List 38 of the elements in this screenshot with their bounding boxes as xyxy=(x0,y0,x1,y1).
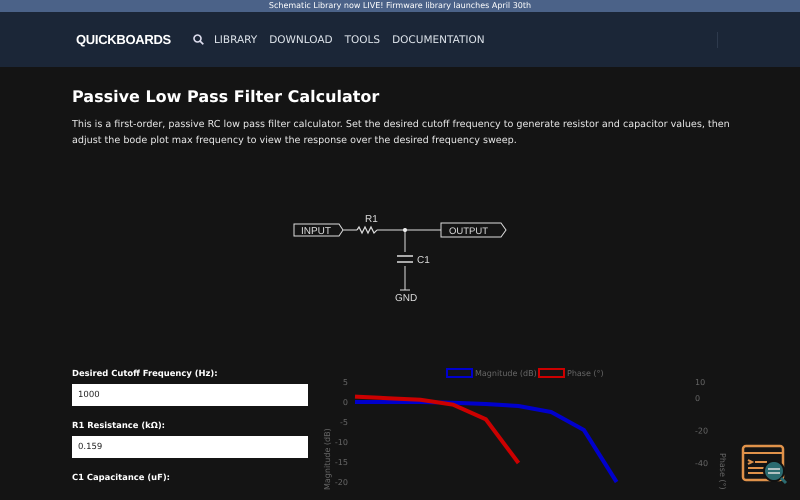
search-icon[interactable] xyxy=(192,34,204,45)
y2-tick-label: 0 xyxy=(695,394,700,404)
y-tick-label: -10 xyxy=(334,438,348,447)
legend-swatch[interactable] xyxy=(538,368,565,378)
junction-dot xyxy=(403,228,407,232)
field-label: Desired Cutoff Frequency (Hz): xyxy=(72,368,219,378)
ground-label: GND xyxy=(395,293,418,304)
input-label: INPUT xyxy=(301,226,331,237)
y-axis-title: Magnitude (dB) xyxy=(323,428,332,490)
input-port xyxy=(294,224,344,236)
resistor-symbol xyxy=(356,226,378,234)
capacitor-symbol xyxy=(397,255,413,263)
page-title: Passive Low Pass Filter Calculator xyxy=(72,87,380,106)
y2-axis-title: Phase (°) xyxy=(718,453,727,490)
y-tick-label: -20 xyxy=(334,478,348,487)
field-label: R1 Resistance (kΩ): xyxy=(72,420,166,430)
y2-tick-label: -40 xyxy=(695,459,708,468)
description-text: This is a first-order, passive RC low pass filter calculator. Set the desired cutoff frequency to generate resistor and capacitor values, then adjust the bode plot max frequency to view the response over the desired frequency sweep. xyxy=(72,118,731,148)
y2-tick-label: -20 xyxy=(695,426,708,436)
output-port xyxy=(440,222,507,238)
y2-tick-label: 10 xyxy=(695,378,706,387)
legend-swatch[interactable] xyxy=(446,368,473,378)
nav-link[interactable]: DOCUMENTATION xyxy=(392,34,485,46)
input-field[interactable]: 0.159 xyxy=(72,436,308,458)
input-field[interactable]: 1000 xyxy=(72,384,308,406)
nav-link[interactable]: TOOLS xyxy=(344,34,380,46)
y-tick-label: -15 xyxy=(334,458,348,467)
nav-link[interactable]: DOWNLOAD xyxy=(269,34,333,46)
field-label: C1 Capacitance (uF): xyxy=(72,472,172,482)
output-label: OUTPUT xyxy=(449,226,488,237)
capacitor-label: C1 xyxy=(417,255,430,266)
site-logo[interactable]: QUICKBOARDS xyxy=(76,32,171,47)
y-tick-label: -5 xyxy=(340,418,348,427)
announcement-banner: Schematic Library now LIVE! Firmware library launches April 30th xyxy=(0,0,800,12)
nav-link[interactable]: LIBRARY xyxy=(214,34,258,46)
y-tick-label: 5 xyxy=(342,378,348,387)
resistor-label: R1 xyxy=(365,214,378,225)
y-tick-label: 0 xyxy=(342,398,348,407)
